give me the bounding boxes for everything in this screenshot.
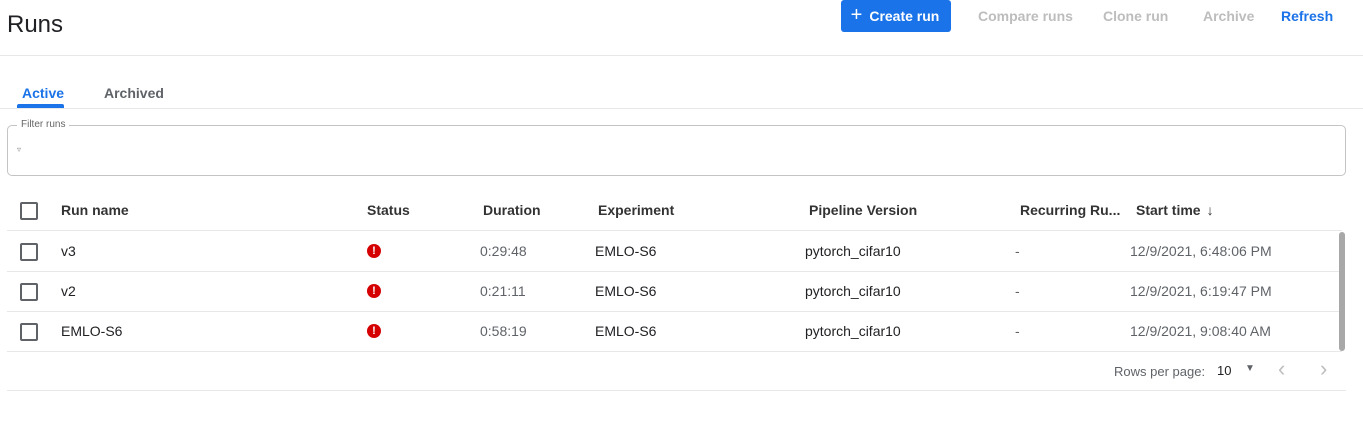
error-icon: ! bbox=[367, 284, 381, 298]
status-cell: ! bbox=[367, 271, 381, 311]
recurring-run-cell: - bbox=[1015, 323, 1020, 339]
sort-descending-icon: ↓ bbox=[1206, 202, 1214, 218]
page-header: Runs + Create run Compare runs Clone run… bbox=[0, 0, 1363, 56]
chevron-right-icon[interactable]: › bbox=[1320, 358, 1327, 380]
pagination-bar: Rows per page: 10 ▼ ‹ › bbox=[7, 352, 1346, 391]
filter-runs-label: Filter runs bbox=[17, 119, 70, 130]
select-all-checkbox[interactable] bbox=[20, 202, 38, 220]
filter-runs-input[interactable]: Filter runs ▿ bbox=[7, 119, 1346, 176]
archive-button[interactable]: Archive bbox=[1203, 8, 1254, 24]
duration-cell: 0:29:48 bbox=[480, 243, 527, 259]
start-time-cell: 12/9/2021, 9:08:40 AM bbox=[1130, 323, 1271, 339]
run-name-link[interactable]: v2 bbox=[61, 271, 76, 311]
run-name-link[interactable]: v3 bbox=[61, 231, 76, 271]
row-checkbox[interactable] bbox=[20, 323, 38, 341]
start-time-cell: 12/9/2021, 6:48:06 PM bbox=[1130, 243, 1272, 259]
table-scrollbar[interactable] bbox=[1339, 232, 1345, 351]
col-recurring-run[interactable]: Recurring Ru... bbox=[1020, 190, 1120, 230]
tab-active-indicator bbox=[17, 104, 64, 108]
tab-archived[interactable]: Archived bbox=[104, 85, 164, 101]
page-title: Runs bbox=[7, 11, 64, 38]
table-row[interactable]: v2 ! 0:21:11 EMLO-S6 pytorch_cifar10 - 1… bbox=[7, 271, 1342, 312]
table-header-row: Run name Status Duration Experiment Pipe… bbox=[7, 190, 1342, 231]
col-pipeline-version[interactable]: Pipeline Version bbox=[809, 190, 917, 230]
row-checkbox[interactable] bbox=[20, 283, 38, 301]
compare-runs-button[interactable]: Compare runs bbox=[978, 8, 1073, 24]
col-status[interactable]: Status bbox=[367, 190, 410, 230]
col-start-time-label: Start time bbox=[1136, 202, 1201, 218]
refresh-button[interactable]: Refresh bbox=[1281, 8, 1333, 24]
chevron-left-icon[interactable]: ‹ bbox=[1278, 358, 1285, 380]
experiment-link[interactable]: EMLO-S6 bbox=[595, 311, 656, 351]
rows-per-page-select[interactable]: 10 bbox=[1217, 363, 1231, 378]
duration-cell: 0:58:19 bbox=[480, 323, 527, 339]
col-duration[interactable]: Duration bbox=[483, 190, 541, 230]
pipeline-version-link[interactable]: pytorch_cifar10 bbox=[805, 311, 901, 351]
plus-icon: + bbox=[850, 4, 863, 26]
col-run-name[interactable]: Run name bbox=[61, 190, 129, 230]
tab-active[interactable]: Active bbox=[22, 85, 64, 101]
recurring-run-cell: - bbox=[1015, 283, 1020, 299]
rows-per-page-label: Rows per page: bbox=[1114, 364, 1206, 379]
run-name-link[interactable]: EMLO-S6 bbox=[61, 311, 122, 351]
pipeline-version-link[interactable]: pytorch_cifar10 bbox=[805, 271, 901, 311]
experiment-link[interactable]: EMLO-S6 bbox=[595, 271, 656, 311]
create-run-button[interactable]: + Create run bbox=[841, 0, 951, 32]
filter-icon: ▿ bbox=[17, 145, 22, 154]
duration-cell: 0:21:11 bbox=[480, 283, 526, 299]
status-cell: ! bbox=[367, 231, 381, 271]
dropdown-arrow-icon[interactable]: ▼ bbox=[1245, 363, 1255, 374]
clone-run-button[interactable]: Clone run bbox=[1103, 8, 1168, 24]
tab-bar: Active Archived bbox=[0, 56, 1363, 109]
start-time-cell: 12/9/2021, 6:19:47 PM bbox=[1130, 283, 1272, 299]
experiment-link[interactable]: EMLO-S6 bbox=[595, 231, 656, 271]
table-row[interactable]: v3 ! 0:29:48 EMLO-S6 pytorch_cifar10 - 1… bbox=[7, 231, 1342, 272]
recurring-run-cell: - bbox=[1015, 243, 1020, 259]
error-icon: ! bbox=[367, 244, 381, 258]
row-checkbox[interactable] bbox=[20, 243, 38, 261]
table-row[interactable]: EMLO-S6 ! 0:58:19 EMLO-S6 pytorch_cifar1… bbox=[7, 311, 1342, 352]
col-experiment[interactable]: Experiment bbox=[598, 190, 674, 230]
pipeline-version-link[interactable]: pytorch_cifar10 bbox=[805, 231, 901, 271]
create-run-label: Create run bbox=[869, 8, 940, 24]
error-icon: ! bbox=[367, 324, 381, 338]
status-cell: ! bbox=[367, 311, 381, 351]
col-start-time[interactable]: Start time ↓ bbox=[1136, 190, 1214, 230]
